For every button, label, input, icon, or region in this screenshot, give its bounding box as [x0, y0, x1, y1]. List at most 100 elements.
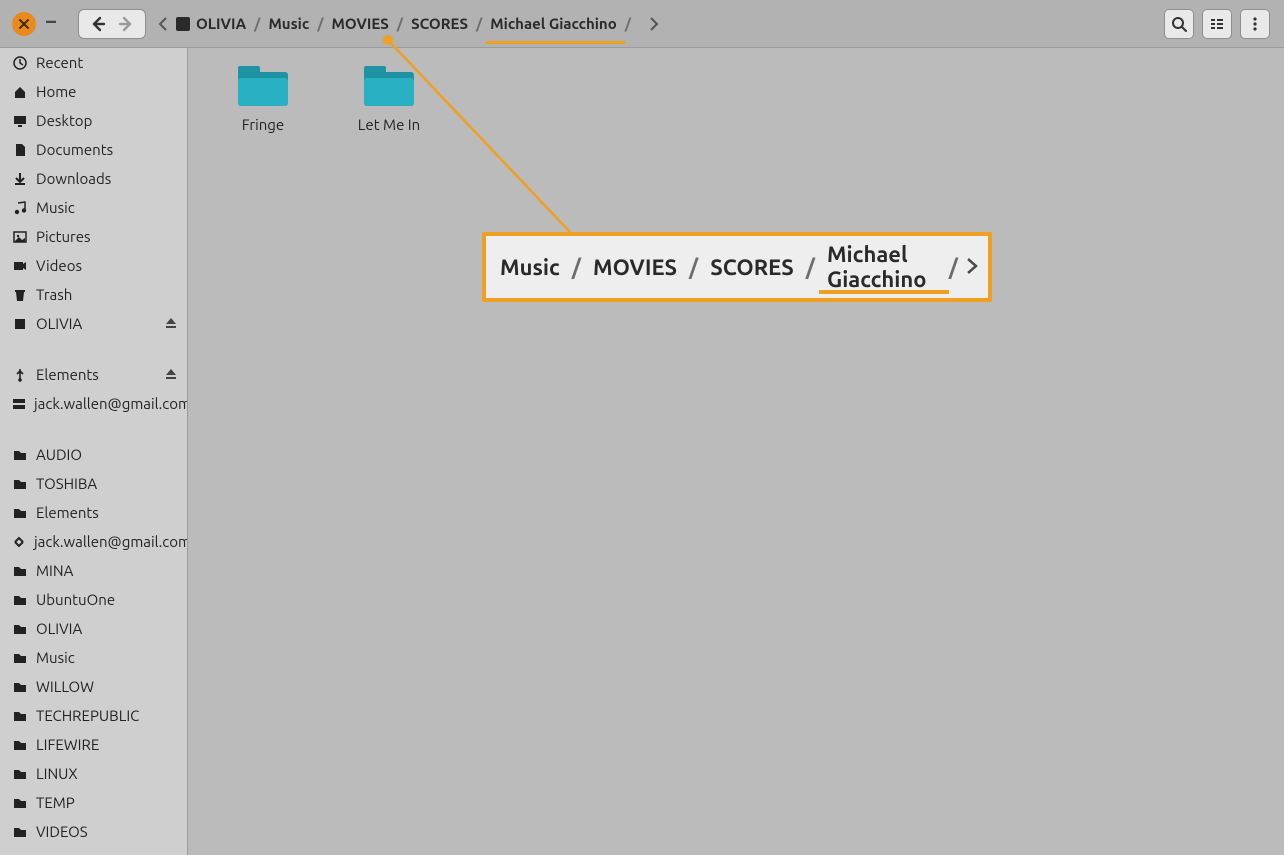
breadcrumb-label: Music [268, 15, 309, 32]
folder-icon [364, 66, 414, 106]
sidebar-item-network-gmail[interactable]: jack.wallen@gmail.com [0, 389, 187, 418]
sidebar-item-music[interactable]: Music [0, 193, 187, 222]
usb-icon [12, 368, 28, 382]
download-icon [12, 172, 28, 186]
sidebar-bookmark-olivia[interactable]: OLIVIA [0, 614, 187, 643]
sidebar-bookmark-techrepublic[interactable]: TECHREPUBLIC [0, 701, 187, 730]
nav-back-button[interactable] [85, 11, 111, 37]
sidebar-bookmark-music[interactable]: Music [0, 643, 187, 672]
folder-label: Let Me In [358, 116, 420, 133]
breadcrumb-root-label: OLIVIA [196, 15, 246, 32]
caret-left-icon [158, 17, 168, 31]
sidebar-item-pictures[interactable]: Pictures [0, 222, 187, 251]
folder-label: Fringe [242, 116, 284, 133]
sidebar-item-trash[interactable]: Trash [0, 280, 187, 309]
breadcrumb-root[interactable]: OLIVIA [174, 2, 248, 46]
arrow-right-icon [117, 15, 135, 33]
zoom-seg-current: Michael Giacchino [823, 236, 941, 298]
desktop-icon [12, 114, 28, 128]
sidebar-bookmark-elements[interactable]: Elements [0, 498, 187, 527]
window-close-button[interactable] [12, 12, 36, 36]
sidebar-item-label: UbuntuOne [36, 591, 115, 608]
sidebar-item-label: Recent [36, 54, 83, 71]
folder-icon [238, 66, 288, 106]
sidebar-bookmark-willow[interactable]: WILLOW [0, 672, 187, 701]
nav-forward-button[interactable] [113, 11, 139, 37]
sidebar-item-network-elements[interactable]: Elements [0, 360, 187, 389]
breadcrumb-next-button[interactable] [643, 17, 665, 31]
sidebar-bookmark-gmail[interactable]: jack.wallen@gmail.com [0, 527, 187, 556]
trash-icon [12, 288, 28, 302]
sidebar: Recent Home Desktop Documents Downloads … [0, 48, 188, 855]
eject-icon [165, 368, 177, 380]
sidebar-item-label: Pictures [36, 228, 91, 245]
menu-button[interactable] [1240, 9, 1270, 39]
breadcrumb-seg-current[interactable]: Michael Giacchino [488, 2, 618, 46]
breadcrumb-label: MOVIES [332, 15, 389, 32]
sidebar-item-label: OLIVIA [36, 620, 82, 637]
sidebar-bookmark-mina[interactable]: MINA [0, 556, 187, 585]
folder-item[interactable]: Fringe [222, 66, 304, 133]
nav-back-forward [78, 9, 146, 39]
sidebar-item-label: Trash [36, 286, 72, 303]
zoom-caret [966, 255, 978, 280]
sidebar-bookmark-audio[interactable]: AUDIO [0, 440, 187, 469]
sidebar-bookmark-ubuntuone[interactable]: UbuntuOne [0, 585, 187, 614]
search-button[interactable] [1164, 9, 1194, 39]
sidebar-item-desktop[interactable]: Desktop [0, 106, 187, 135]
sidebar-item-label: Downloads [36, 170, 111, 187]
folder-icon [12, 796, 28, 810]
arrow-left-icon [89, 15, 107, 33]
breadcrumb-seg-music[interactable]: Music [266, 2, 311, 46]
sidebar-item-label: Videos [36, 257, 82, 274]
sidebar-item-label: Documents [36, 141, 113, 158]
sidebar-item-label: VIDEOS [36, 823, 88, 840]
folder-icon [12, 622, 28, 636]
sidebar-item-downloads[interactable]: Downloads [0, 164, 187, 193]
disk-icon [176, 17, 190, 31]
picture-icon [12, 230, 28, 244]
folder-icon [12, 593, 28, 607]
sidebar-item-label: Home [36, 83, 76, 100]
content-pane[interactable]: Fringe Let Me In [188, 48, 1284, 855]
view-toggle-button[interactable] [1202, 9, 1232, 39]
header-tools [1164, 9, 1270, 39]
eject-icon [165, 317, 177, 329]
breadcrumb-label: Michael Giacchino [490, 15, 616, 32]
folder-icon [12, 506, 28, 520]
sidebar-item-label: Elements [36, 504, 99, 521]
breadcrumb: OLIVIA / Music / MOVIES / SCORES / Micha… [174, 0, 637, 48]
sidebar-bookmark-videos[interactable]: VIDEOS [0, 817, 187, 846]
folder-item[interactable]: Let Me In [348, 66, 430, 133]
window-minimize-button[interactable]: – [46, 9, 56, 32]
zoom-sep: / [564, 255, 589, 280]
breadcrumb-seg-movies[interactable]: MOVIES [330, 2, 391, 46]
clock-icon [12, 56, 28, 70]
kebab-icon [1247, 16, 1263, 32]
folder-icon [12, 448, 28, 462]
sidebar-item-recent[interactable]: Recent [0, 48, 187, 77]
eject-button[interactable] [165, 315, 177, 332]
breadcrumb-prev-button[interactable] [152, 17, 174, 31]
sidebar-item-documents[interactable]: Documents [0, 135, 187, 164]
breadcrumb-seg-scores[interactable]: SCORES [409, 2, 470, 46]
sidebar-item-label: LINUX [36, 765, 78, 782]
video-icon [12, 259, 28, 273]
sidebar-bookmark-lifewire[interactable]: LIFEWIRE [0, 730, 187, 759]
sidebar-bookmark-linux[interactable]: LINUX [0, 759, 187, 788]
sidebar-item-device-olivia[interactable]: OLIVIA [0, 309, 187, 338]
folder-icon [12, 680, 28, 694]
sidebar-item-label: AUDIO [36, 446, 82, 463]
sidebar-item-label: TEMP [36, 794, 75, 811]
folder-icon [12, 564, 28, 578]
sidebar-bookmark-temp[interactable]: TEMP [0, 788, 187, 817]
eject-button[interactable] [165, 366, 177, 383]
titlebar: – OLIVIA / Music / MOVIES / SCORES / Mic… [0, 0, 1284, 48]
breadcrumb-sep: / [248, 15, 266, 32]
folder-icon [12, 825, 28, 839]
sidebar-item-videos[interactable]: Videos [0, 251, 187, 280]
sidebar-bookmark-toshiba[interactable]: TOSHIBA [0, 469, 187, 498]
breadcrumb-sep: / [470, 15, 488, 32]
sidebar-item-home[interactable]: Home [0, 77, 187, 106]
folder-icon [12, 651, 28, 665]
